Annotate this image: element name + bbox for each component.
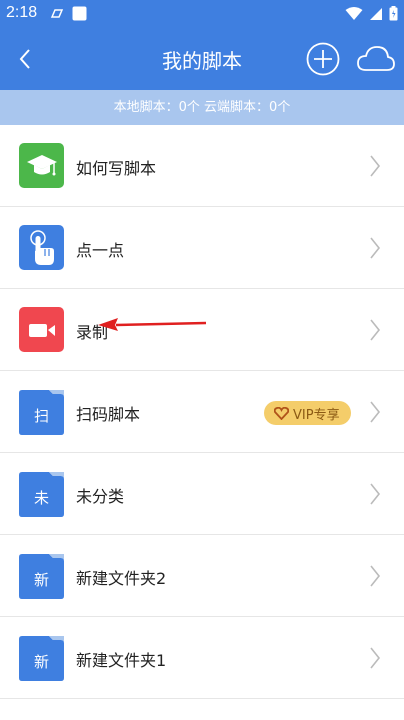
list-item-label: 录制 xyxy=(76,323,109,342)
chevron-right-icon xyxy=(370,565,381,587)
list-item-label: 如何写脚本 xyxy=(76,159,157,178)
list-item-new-folder-1[interactable]: 新 新建文件夹1 xyxy=(0,617,404,699)
list-item-record[interactable]: 录制 xyxy=(0,289,404,371)
list-item-scan-script[interactable]: 扫 扫码脚本 VIP专享 xyxy=(0,371,404,453)
list-item-label: 扫码脚本 xyxy=(76,405,141,424)
chevron-right-icon xyxy=(370,319,381,341)
video-camera-icon xyxy=(19,307,64,352)
script-count-bar: 本地脚本：0个 云端脚本：0个 xyxy=(0,90,404,125)
list-item-label: 未分类 xyxy=(76,487,125,506)
page-title: 我的脚本 xyxy=(162,49,242,73)
app-notification-icon xyxy=(50,8,64,18)
folder-initial: 新 xyxy=(33,653,49,671)
graduation-cap-icon xyxy=(19,143,64,188)
folder-initial: 未 xyxy=(33,489,49,507)
chevron-right-icon xyxy=(370,155,381,177)
list-item-tap[interactable]: 点一点 xyxy=(0,207,404,289)
list-item-how-to-write[interactable]: 如何写脚本 xyxy=(0,125,404,207)
battery-icon xyxy=(389,6,398,21)
folder-initial: 扫 xyxy=(33,407,49,425)
list-item-new-folder-2[interactable]: 新 新建文件夹2 xyxy=(0,535,404,617)
signal-icon xyxy=(370,7,382,20)
chevron-right-icon xyxy=(370,647,381,669)
status-time: 2:18 xyxy=(6,4,38,21)
list-item-label: 新建文件夹2 xyxy=(76,569,167,588)
cloud-icon[interactable] xyxy=(356,42,396,76)
square-notification-icon xyxy=(72,6,87,21)
vip-badge: VIP专享 xyxy=(264,401,351,425)
back-chevron-icon xyxy=(19,49,30,69)
folder-initial: 新 xyxy=(33,571,49,589)
script-list: 如何写脚本 点一点 录制 扫 扫码脚本 VIP专享 未 未分类 新 新建文件夹2… xyxy=(0,125,404,699)
back-button[interactable] xyxy=(8,42,42,76)
chevron-right-icon xyxy=(370,237,381,259)
vip-badge-label: VIP专享 xyxy=(293,407,340,423)
list-item-label: 点一点 xyxy=(76,241,125,260)
status-bar: 2:18 xyxy=(0,0,404,28)
add-circle-icon[interactable] xyxy=(306,42,340,76)
list-item-label: 新建文件夹1 xyxy=(76,651,167,670)
wifi-icon xyxy=(345,6,363,20)
chevron-right-icon xyxy=(370,483,381,505)
tap-hand-icon xyxy=(19,225,64,270)
heart-gem-icon xyxy=(274,406,289,420)
chevron-right-icon xyxy=(370,401,381,423)
app-bar: 我的脚本 xyxy=(0,28,404,90)
list-item-uncategorized[interactable]: 未 未分类 xyxy=(0,453,404,535)
